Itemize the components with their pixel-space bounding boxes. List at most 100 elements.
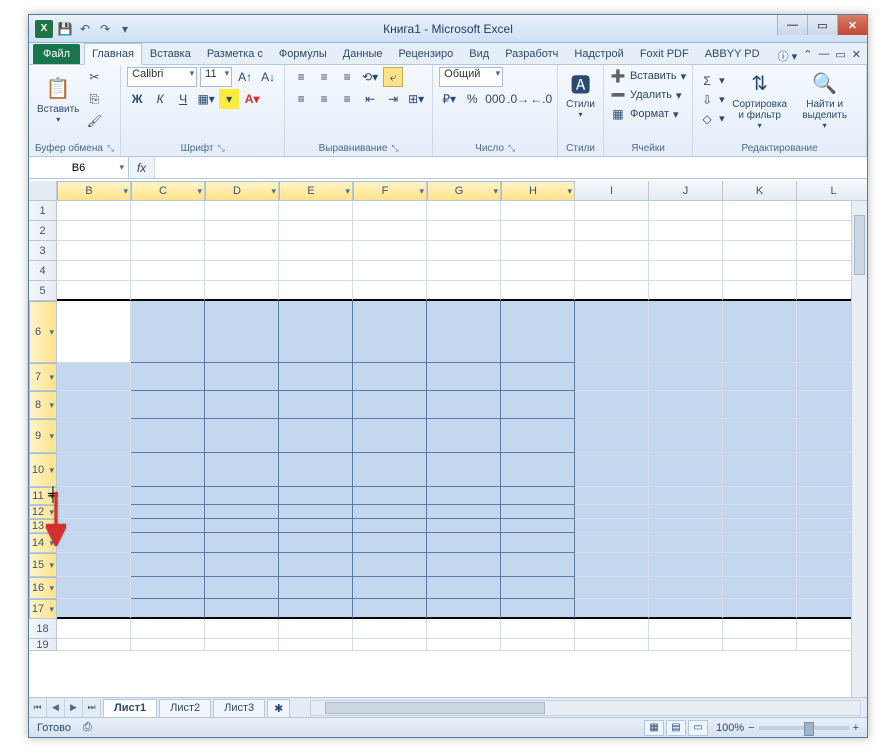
align-left-button[interactable]: ≡ bbox=[291, 89, 311, 109]
cell-G16[interactable] bbox=[427, 577, 501, 599]
cell-E16[interactable] bbox=[279, 577, 353, 599]
font-name-select[interactable]: Calibri bbox=[127, 67, 197, 87]
cell-F14[interactable] bbox=[353, 533, 427, 553]
cell-J15[interactable] bbox=[649, 553, 723, 577]
view-layout-button[interactable]: ▤ bbox=[666, 720, 686, 736]
cell-G14[interactable] bbox=[427, 533, 501, 553]
cell-D16[interactable] bbox=[205, 577, 279, 599]
cell-J18[interactable] bbox=[649, 619, 723, 639]
cell-G17[interactable] bbox=[427, 599, 501, 619]
dec-decimal-button[interactable]: ←.0 bbox=[531, 89, 551, 109]
fill-button[interactable]: ⇩▾ bbox=[699, 91, 725, 109]
cell-I18[interactable] bbox=[575, 619, 649, 639]
cell-D9[interactable] bbox=[205, 419, 279, 453]
cell-F16[interactable] bbox=[353, 577, 427, 599]
sheet-nav-2[interactable]: ▶ bbox=[65, 699, 83, 717]
cell-C11[interactable] bbox=[131, 487, 205, 505]
cell-B19[interactable] bbox=[57, 639, 131, 651]
cell-F5[interactable] bbox=[353, 281, 427, 301]
cell-B4[interactable] bbox=[57, 261, 131, 281]
merge-button[interactable]: ⊞▾ bbox=[406, 89, 426, 109]
cell-K6[interactable] bbox=[723, 301, 797, 363]
cell-K10[interactable] bbox=[723, 453, 797, 487]
cell-C12[interactable] bbox=[131, 505, 205, 519]
clear-button[interactable]: ◇▾ bbox=[699, 110, 725, 128]
fx-button[interactable]: fx bbox=[129, 157, 155, 178]
cell-C16[interactable] bbox=[131, 577, 205, 599]
cell-I2[interactable] bbox=[575, 221, 649, 241]
cell-J2[interactable] bbox=[649, 221, 723, 241]
sheet-nav-1[interactable]: ◀ bbox=[47, 699, 65, 717]
cell-F3[interactable] bbox=[353, 241, 427, 261]
cell-K15[interactable] bbox=[723, 553, 797, 577]
sheet-tab-Лист1[interactable]: Лист1 bbox=[103, 699, 157, 717]
row-header-1[interactable]: 1 bbox=[29, 201, 57, 221]
cell-E1[interactable] bbox=[279, 201, 353, 221]
cell-H4[interactable] bbox=[501, 261, 575, 281]
select-all-corner[interactable] bbox=[29, 181, 57, 201]
cell-J12[interactable] bbox=[649, 505, 723, 519]
cell-E5[interactable] bbox=[279, 281, 353, 301]
delete-cells-button[interactable]: ➖Удалить ▾ bbox=[610, 86, 686, 104]
horizontal-scrollbar[interactable] bbox=[310, 700, 861, 716]
cell-K14[interactable] bbox=[723, 533, 797, 553]
sheet-tab-Лист2[interactable]: Лист2 bbox=[159, 699, 211, 717]
cell-I19[interactable] bbox=[575, 639, 649, 651]
cell-C3[interactable] bbox=[131, 241, 205, 261]
cells-area[interactable] bbox=[57, 201, 867, 651]
cell-J1[interactable] bbox=[649, 201, 723, 221]
cell-F19[interactable] bbox=[353, 639, 427, 651]
cell-I4[interactable] bbox=[575, 261, 649, 281]
cell-B7[interactable] bbox=[57, 363, 131, 391]
find-select-button[interactable]: 🔍 Найти и выделить▾ bbox=[795, 67, 855, 132]
bold-button[interactable]: Ж bbox=[127, 89, 147, 109]
cell-B2[interactable] bbox=[57, 221, 131, 241]
number-dialog-icon[interactable]: ⤡ bbox=[508, 143, 515, 154]
shrink-font-icon[interactable]: A↓ bbox=[258, 67, 278, 87]
cell-I11[interactable] bbox=[575, 487, 649, 505]
cell-F4[interactable] bbox=[353, 261, 427, 281]
cell-D5[interactable] bbox=[205, 281, 279, 301]
cell-J13[interactable] bbox=[649, 519, 723, 533]
cell-I12[interactable] bbox=[575, 505, 649, 519]
doc-max-icon[interactable]: ▭ bbox=[835, 48, 845, 64]
help-icon[interactable]: ⓘ ▾ bbox=[778, 48, 798, 64]
cell-C18[interactable] bbox=[131, 619, 205, 639]
cell-J19[interactable] bbox=[649, 639, 723, 651]
cell-B10[interactable] bbox=[57, 453, 131, 487]
undo-icon[interactable]: ↶ bbox=[77, 21, 93, 37]
cell-F1[interactable] bbox=[353, 201, 427, 221]
ribbon-tab-вставка[interactable]: Вставка bbox=[142, 43, 199, 64]
cell-D3[interactable] bbox=[205, 241, 279, 261]
ribbon-tab-разработч[interactable]: Разработч bbox=[497, 43, 566, 64]
zoom-out-button[interactable]: − bbox=[748, 722, 754, 734]
cell-J9[interactable] bbox=[649, 419, 723, 453]
cell-I3[interactable] bbox=[575, 241, 649, 261]
macro-record-icon[interactable]: ⎙ bbox=[83, 721, 92, 734]
cell-I14[interactable] bbox=[575, 533, 649, 553]
cell-G19[interactable] bbox=[427, 639, 501, 651]
grow-font-icon[interactable]: A↑ bbox=[235, 67, 255, 87]
cell-G2[interactable] bbox=[427, 221, 501, 241]
cell-G11[interactable] bbox=[427, 487, 501, 505]
cell-G1[interactable] bbox=[427, 201, 501, 221]
row-header-2[interactable]: 2 bbox=[29, 221, 57, 241]
cell-F7[interactable] bbox=[353, 363, 427, 391]
cell-C5[interactable] bbox=[131, 281, 205, 301]
cell-H17[interactable] bbox=[501, 599, 575, 619]
cell-B12[interactable] bbox=[57, 505, 131, 519]
cell-H13[interactable] bbox=[501, 519, 575, 533]
indent-dec-button[interactable]: ⇤ bbox=[360, 89, 380, 109]
minimize-ribbon-icon[interactable]: ⌃ bbox=[803, 48, 812, 64]
cell-G5[interactable] bbox=[427, 281, 501, 301]
cell-E19[interactable] bbox=[279, 639, 353, 651]
worksheet-grid[interactable]: BCDEFGHIJKL 1234567891011121314151617181… bbox=[29, 181, 867, 697]
cell-K12[interactable] bbox=[723, 505, 797, 519]
row-header-17[interactable]: 17 bbox=[29, 599, 57, 619]
cut-button[interactable]: ✂ bbox=[84, 67, 104, 87]
cell-I1[interactable] bbox=[575, 201, 649, 221]
cell-H8[interactable] bbox=[501, 391, 575, 419]
ribbon-tab-foxit pdf[interactable]: Foxit PDF bbox=[632, 43, 697, 64]
redo-icon[interactable]: ↷ bbox=[97, 21, 113, 37]
cell-I16[interactable] bbox=[575, 577, 649, 599]
